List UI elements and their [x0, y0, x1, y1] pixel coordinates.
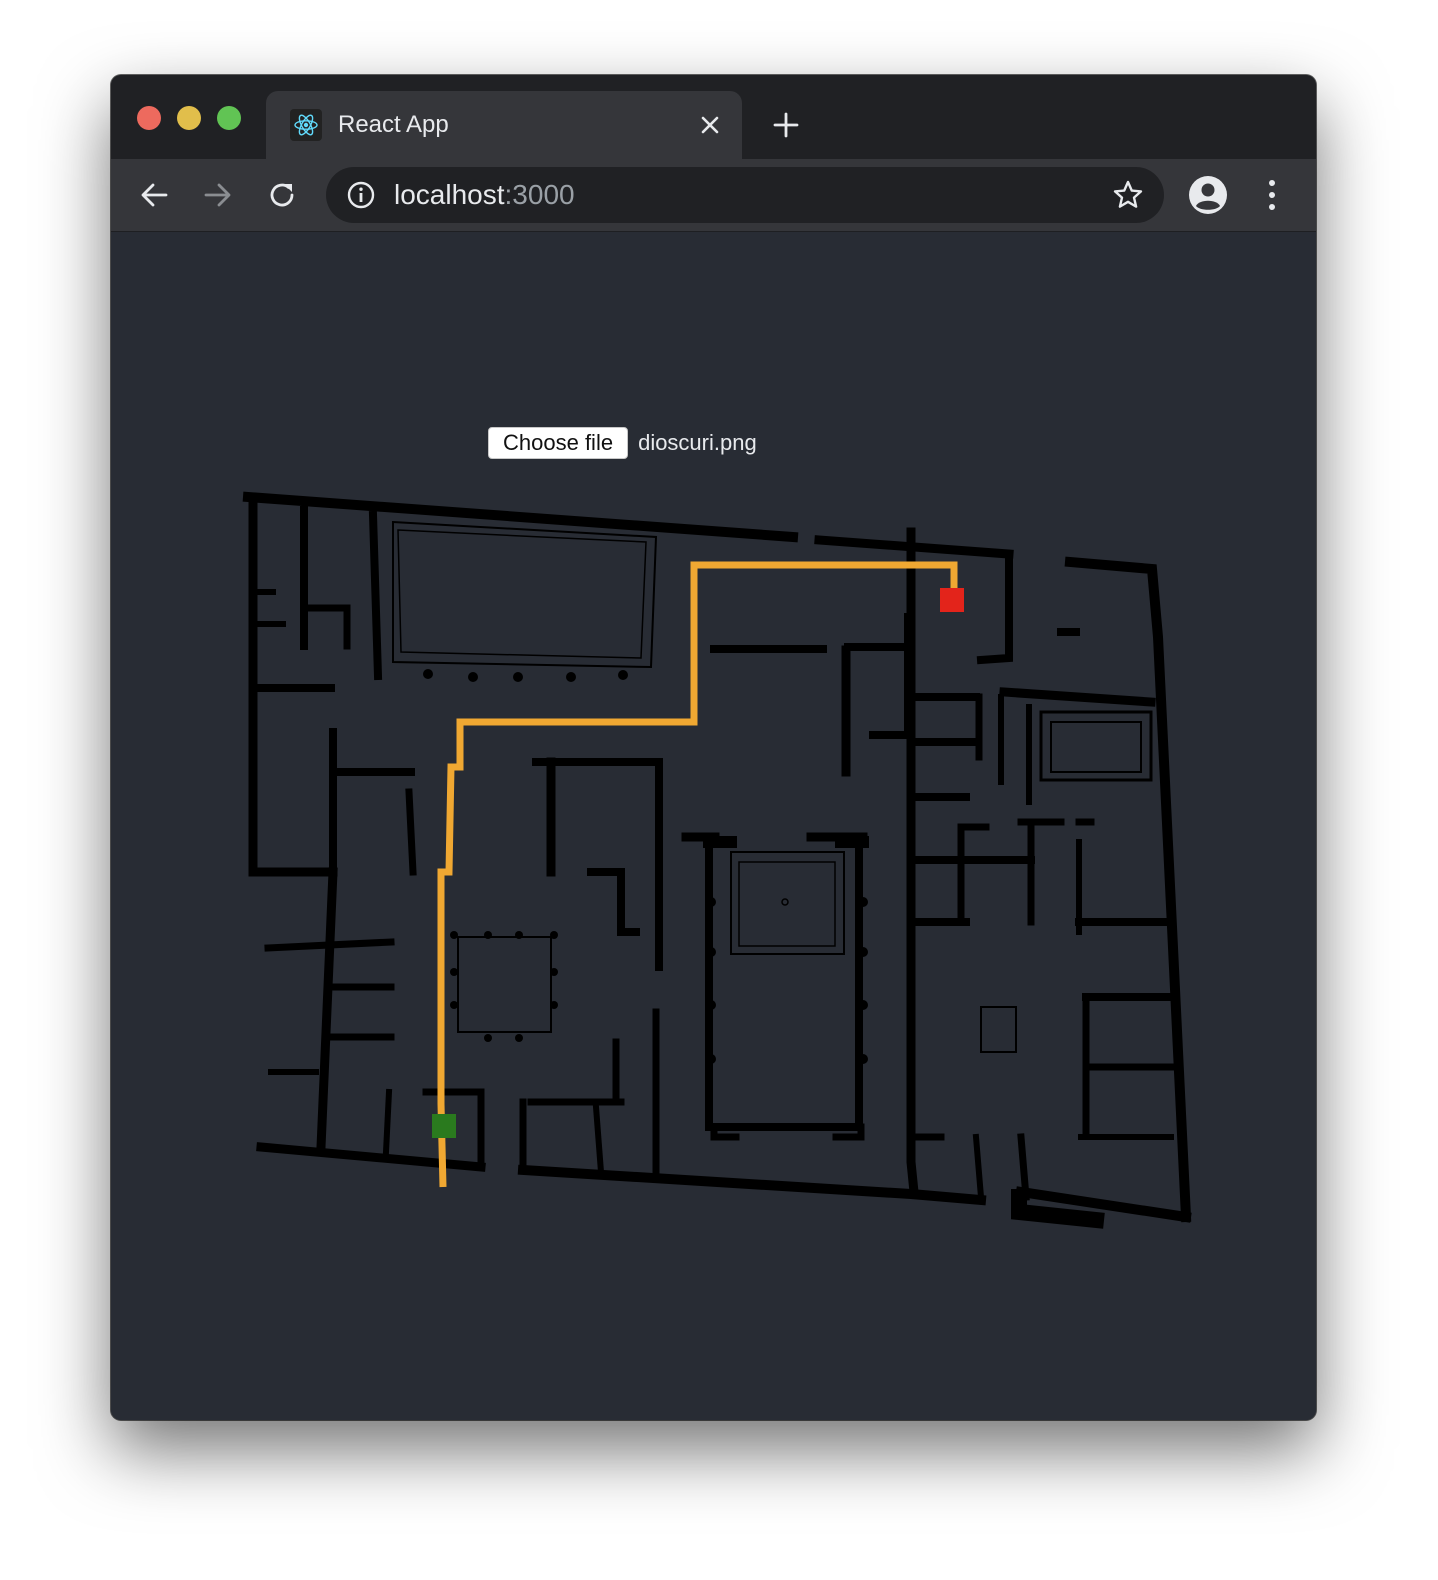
- tab-title: React App: [338, 111, 449, 138]
- arrow-left-icon[interactable]: [138, 179, 170, 211]
- tab-react-app[interactable]: React App: [266, 91, 742, 159]
- address-bar[interactable]: localhost:3000: [326, 167, 1164, 223]
- url-port: :3000: [504, 179, 575, 210]
- arrow-right-icon[interactable]: [202, 179, 234, 211]
- url-text[interactable]: localhost:3000: [394, 179, 575, 211]
- plus-icon[interactable]: [771, 110, 801, 140]
- app-content: Choose file dioscuri.png: [111, 232, 1316, 1420]
- more-vert-icon[interactable]: [1256, 177, 1288, 213]
- account-icon[interactable]: [1188, 175, 1228, 215]
- minimize-window-button[interactable]: [177, 106, 201, 130]
- route-path: [437, 561, 958, 1188]
- end-marker[interactable]: [940, 588, 964, 612]
- close-icon[interactable]: [696, 111, 724, 139]
- floor-plan-map[interactable]: [111, 232, 1316, 1420]
- close-window-button[interactable]: [137, 106, 161, 130]
- browser-toolbar: localhost:3000: [111, 159, 1316, 232]
- peristyle-columns: [423, 669, 868, 1064]
- browser-window: React App localhost:3000 Choose file dio…: [111, 75, 1316, 1420]
- reload-icon[interactable]: [266, 179, 298, 211]
- url-host: localhost: [394, 179, 505, 210]
- start-marker[interactable]: [432, 1114, 456, 1138]
- floor-plan-walls: [242, 491, 1192, 1229]
- tab-strip: React App: [111, 75, 1316, 159]
- info-icon[interactable]: [346, 180, 376, 210]
- star-icon[interactable]: [1112, 179, 1144, 211]
- react-logo-icon: [290, 109, 322, 141]
- maximize-window-button[interactable]: [217, 106, 241, 130]
